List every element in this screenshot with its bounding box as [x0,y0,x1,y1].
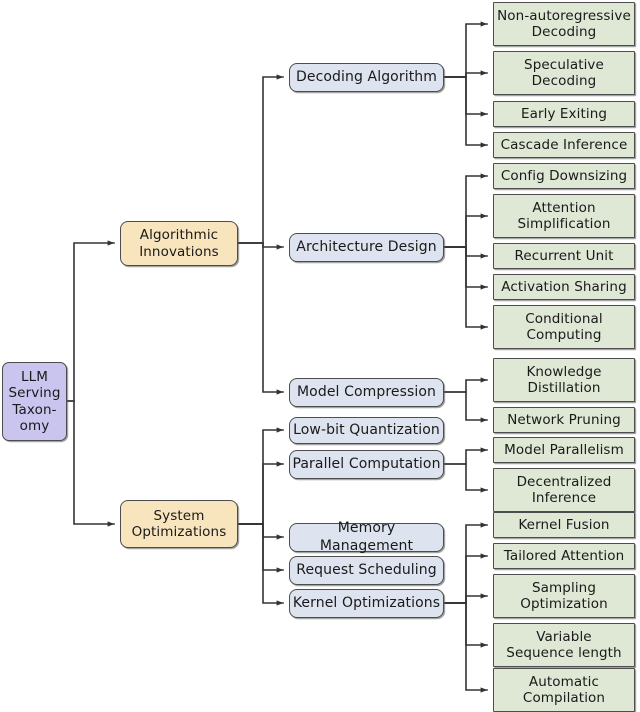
leaf-node-network-pruning[interactable]: Network Pruning [493,407,635,433]
root-node-llm-serving-taxonomy[interactable]: LLM Serving Taxon- omy [2,362,67,441]
subcategory-node-model-compression[interactable]: Model Compression [289,378,444,407]
subcategory-node-decoding-algorithm[interactable]: Decoding Algorithm [289,63,444,92]
leaf-node-decentralized-inference[interactable]: Decentralized Inference [493,468,635,512]
leaf-node-variable-sequence-length[interactable]: Variable Sequence length [493,623,635,667]
leaf-node-conditional-computing[interactable]: Conditional Computing [493,305,635,349]
leaf-node-tailored-attention[interactable]: Tailored Attention [493,543,635,569]
leaf-node-recurrent-unit[interactable]: Recurrent Unit [493,243,635,269]
leaf-node-early-exiting[interactable]: Early Exiting [493,101,635,127]
category-node-system-optimizations[interactable]: System Optimizations [120,500,238,548]
leaf-node-speculative-decoding[interactable]: Speculative Decoding [493,51,635,95]
leaf-node-kernel-fusion[interactable]: Kernel Fusion [493,512,635,538]
leaf-node-config-downsizing[interactable]: Config Downsizing [493,163,635,189]
subcategory-node-low-bit-quantization[interactable]: Low-bit Quantization [289,417,444,444]
subcategory-node-parallel-computation[interactable]: Parallel Computation [289,450,444,479]
leaf-node-non-autoregressive-decoding[interactable]: Non-autoregressive Decoding [493,2,635,46]
subcategory-node-kernel-optimizations[interactable]: Kernel Optimizations [289,589,444,618]
leaf-node-attention-simplification[interactable]: Attention Simplification [493,194,635,238]
leaf-node-knowledge-distillation[interactable]: Knowledge Distillation [493,358,635,402]
leaf-node-model-parallelism[interactable]: Model Parallelism [493,437,635,463]
leaf-node-cascade-inference[interactable]: Cascade Inference [493,132,635,158]
leaf-node-automatic-compilation[interactable]: Automatic Compilation [493,668,635,712]
subcategory-node-request-scheduling[interactable]: Request Scheduling [289,556,444,585]
subcategory-node-architecture-design[interactable]: Architecture Design [289,233,444,262]
category-node-algorithmic-innovations[interactable]: Algorithmic Innovations [120,221,238,266]
subcategory-node-memory-management[interactable]: Memory Management [289,520,444,554]
leaf-node-activation-sharing[interactable]: Activation Sharing [493,274,635,300]
leaf-node-sampling-optimization[interactable]: Sampling Optimization [493,574,635,618]
taxonomy-diagram: LLM Serving Taxon- omy Algorithmic Innov… [0,0,640,712]
